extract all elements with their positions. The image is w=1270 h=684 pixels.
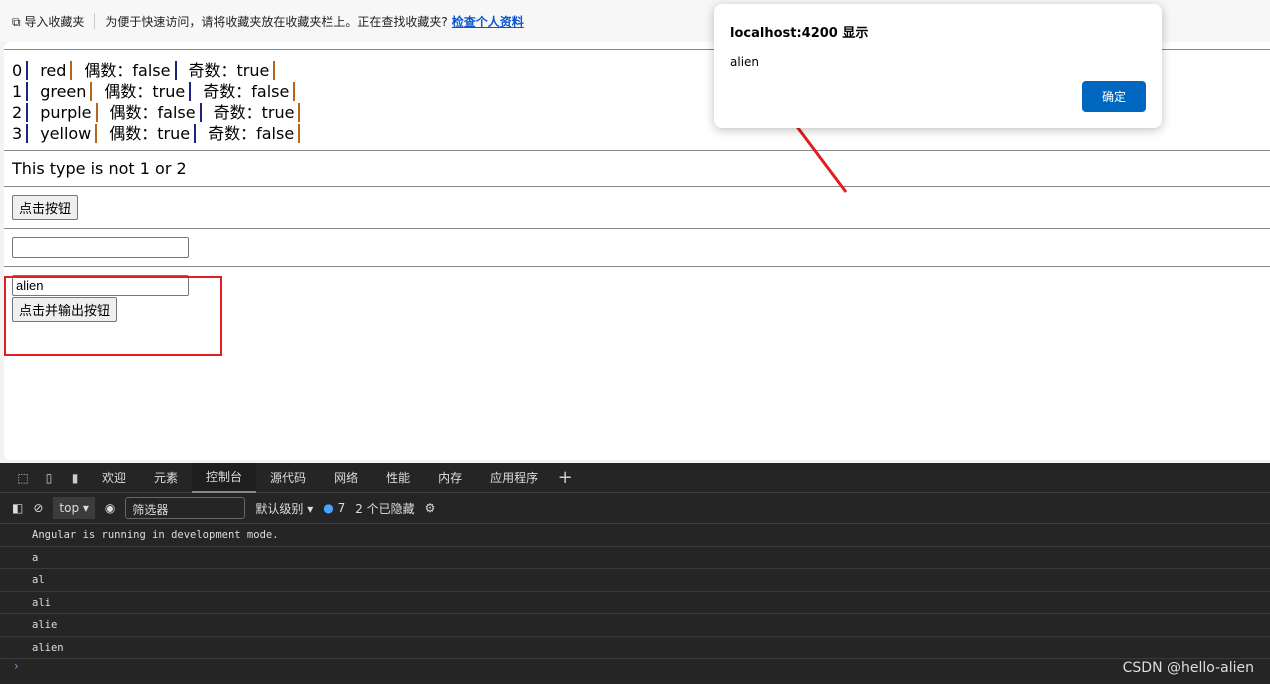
import-label: 导入收藏夹 — [24, 14, 85, 29]
highlight-box — [4, 276, 222, 356]
cell-color: red — [40, 61, 73, 80]
console-toolbar: ◧ ⊘ top ▾ ◉ 筛选器 默认级别 ▾ ● 7 2 个已隐藏 ⚙ — [0, 493, 1270, 524]
click-button[interactable]: 点击按钮 — [12, 195, 79, 220]
favbar-hint: 为便于快速访问，请将收藏夹放在收藏夹栏上。正在查找收藏夹? — [105, 14, 448, 29]
hidden-count: 2 个已隐藏 — [355, 501, 415, 516]
tab-3[interactable]: 源代码 — [256, 463, 320, 493]
cell-even: 偶数：true — [104, 82, 192, 101]
tab-5[interactable]: 性能 — [372, 463, 424, 493]
devtools-panel: ⬚ ▯ ▮ 欢迎 元素 控制台 源代码 网络 性能 内存 应用程序 + ◧ ⊘ top ▾ ◉… — [0, 462, 1270, 684]
cell-color: yellow — [40, 124, 98, 143]
console-log-line: alie — [0, 614, 1270, 637]
console-log-line: ali — [0, 592, 1270, 614]
alert-dialog: localhost:4200 显示 alien 确定 — [714, 4, 1162, 128]
cell-i: 2 — [12, 103, 29, 122]
tab-2[interactable]: 控制台 — [192, 462, 257, 493]
cell-i: 3 — [12, 124, 29, 143]
watermark: CSDN @hello-alien — [1122, 660, 1254, 676]
dialog-title: localhost:4200 显示 — [730, 26, 869, 41]
console-log-line: al — [0, 569, 1270, 592]
console-prompt[interactable]: › — [0, 659, 1270, 673]
console-log-line: alien — [0, 637, 1270, 659]
eye-icon[interactable]: ◉ — [105, 501, 115, 515]
context-select[interactable]: top ▾ — [53, 497, 95, 519]
issues-badge[interactable]: ● 7 — [323, 501, 345, 515]
cell-color: green — [40, 82, 93, 101]
sidebar-toggle-icon[interactable]: ◧ — [12, 501, 23, 515]
text-input[interactable] — [12, 237, 189, 258]
ok-button[interactable]: 确定 — [1082, 81, 1146, 112]
cell-odd: 奇数：true — [213, 103, 301, 122]
cell-i: 0 — [12, 61, 29, 80]
devtools-tabs: ⬚ ▯ ▮ 欢迎 元素 控制台 源代码 网络 性能 内存 应用程序 + — [0, 462, 1270, 493]
settings-gear-icon[interactable]: ⚙ — [425, 501, 436, 515]
type-text: This type is not 1 or 2 — [12, 159, 187, 178]
tab-1[interactable]: 元素 — [140, 463, 192, 493]
check-profile-link[interactable]: 检查个人资料 — [452, 13, 524, 30]
tab-0[interactable]: 欢迎 — [88, 463, 140, 493]
cell-i: 1 — [12, 82, 29, 101]
cell-odd: 奇数：false — [203, 82, 296, 101]
add-tab-icon[interactable]: + — [552, 467, 578, 488]
filter-input[interactable]: 筛选器 — [125, 497, 246, 519]
inspect-icon[interactable]: ⬚ — [10, 471, 36, 485]
clear-icon[interactable]: ⊘ — [33, 501, 43, 515]
console-log-line: a — [0, 547, 1270, 569]
cell-odd: 奇数：false — [208, 124, 301, 143]
context-label: top — [59, 501, 80, 515]
tab-4[interactable]: 网络 — [320, 463, 372, 493]
cell-odd: 奇数：true — [188, 61, 276, 80]
cell-even: 偶数：false — [109, 103, 202, 122]
console-log-line: Angular is running in development mode. — [0, 524, 1270, 547]
cell-even: 偶数：true — [109, 124, 197, 143]
dock-icon[interactable]: ▮ — [62, 471, 88, 485]
tab-7[interactable]: 应用程序 — [476, 463, 552, 493]
cell-even: 偶数：false — [84, 61, 177, 80]
import-favorites[interactable]: ⧉ 导入收藏夹 — [12, 13, 84, 30]
level-select[interactable]: 默认级别 ▾ — [255, 500, 313, 517]
dialog-message: alien — [730, 55, 760, 69]
cell-color: purple — [40, 103, 98, 122]
divider — [94, 13, 96, 29]
device-icon[interactable]: ▯ — [36, 471, 62, 485]
issues-count: 7 — [337, 501, 346, 515]
tab-6[interactable]: 内存 — [424, 463, 476, 493]
